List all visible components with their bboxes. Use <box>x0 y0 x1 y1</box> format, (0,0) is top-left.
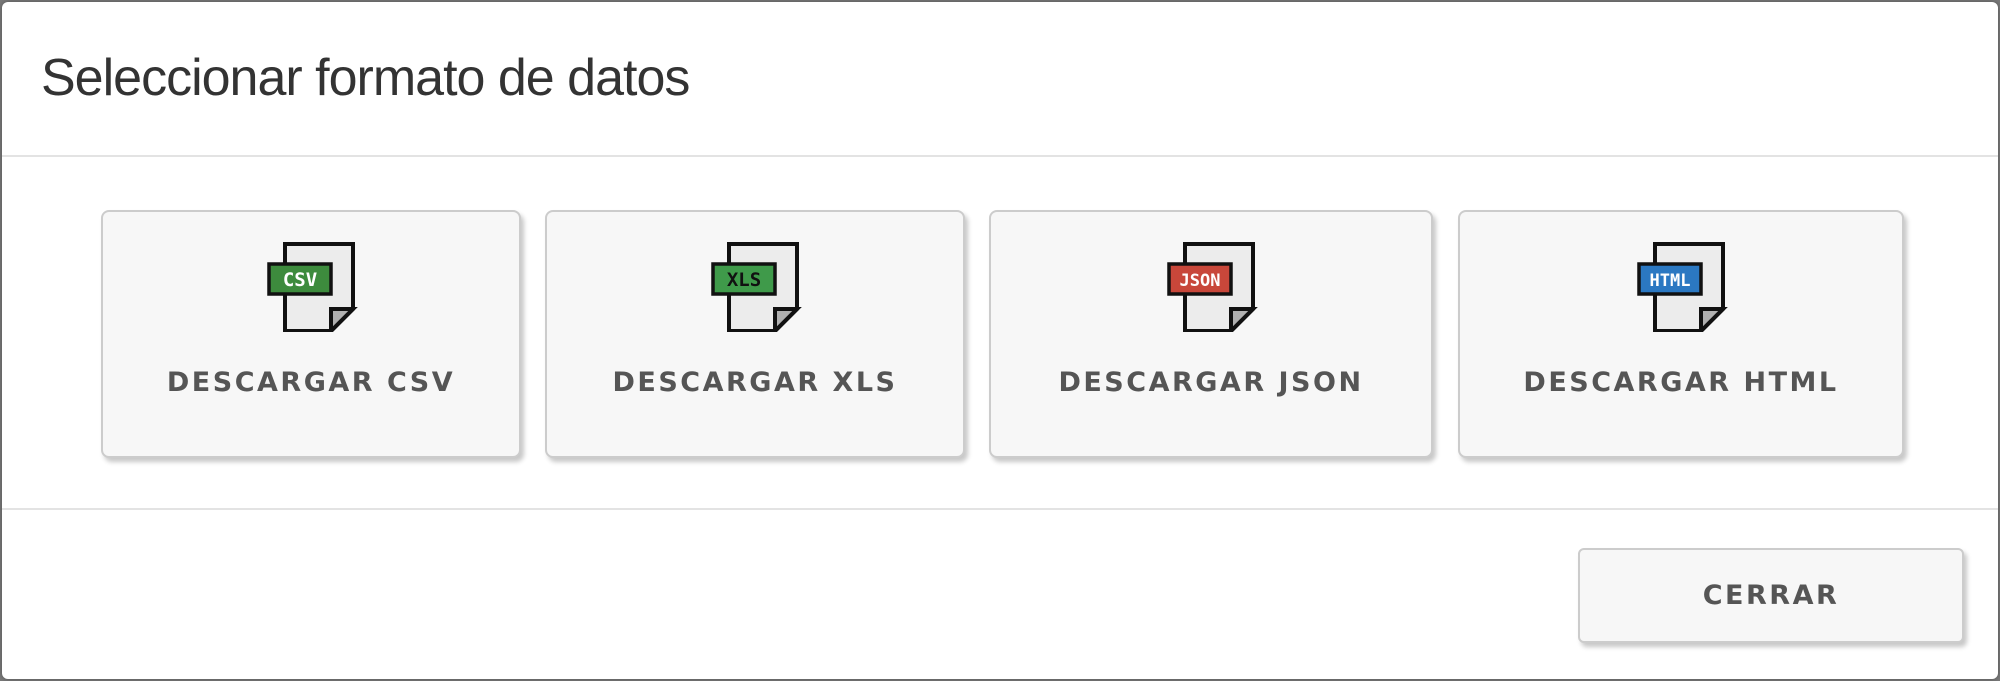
json-badge-text: JSON <box>1180 271 1221 291</box>
download-json-label: DESCARGAR JSON <box>1058 367 1364 398</box>
csv-badge-text: CSV <box>283 269 317 291</box>
dialog-footer: CERRAR <box>2 510 1998 677</box>
export-dialog: Seleccionar formato de datos CSV DESCARG… <box>2 2 1998 679</box>
download-xls-button[interactable]: XLS DESCARGAR XLS <box>545 210 965 458</box>
html-badge-text: HTML <box>1650 271 1691 291</box>
close-button[interactable]: CERRAR <box>1578 548 1964 643</box>
download-html-button[interactable]: HTML DESCARGAR HTML <box>1458 210 1904 458</box>
html-file-icon: HTML <box>1637 242 1728 332</box>
download-xls-label: DESCARGAR XLS <box>612 367 898 398</box>
format-options: CSV DESCARGAR CSV XLS DESCARGAR XLS JSON… <box>2 157 1998 510</box>
download-csv-label: DESCARGAR CSV <box>166 367 456 398</box>
xls-badge-text: XLS <box>727 269 761 291</box>
download-json-button[interactable]: JSON DESCARGAR JSON <box>989 210 1433 458</box>
csv-file-icon: CSV <box>267 242 358 332</box>
xls-file-icon: XLS <box>711 242 802 332</box>
download-html-label: DESCARGAR HTML <box>1523 367 1839 398</box>
dialog-title: Seleccionar formato de datos <box>41 48 690 107</box>
json-file-icon: JSON <box>1167 242 1258 332</box>
download-csv-button[interactable]: CSV DESCARGAR CSV <box>101 210 521 458</box>
dialog-header: Seleccionar formato de datos <box>2 2 1998 157</box>
